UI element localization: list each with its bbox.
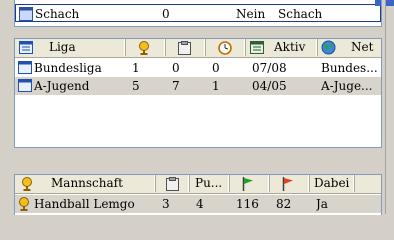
dabei-header-label: Dabei <box>314 176 350 190</box>
column-header-punkte[interactable]: Pu... <box>190 175 230 192</box>
trophy-icon <box>138 41 150 56</box>
game-icon <box>19 7 33 24</box>
clipboard-icon <box>166 177 179 192</box>
column-header-red-flag[interactable] <box>270 175 310 192</box>
liga-net: Bundes... <box>321 61 378 75</box>
window-icon <box>18 61 32 77</box>
trophy-icon <box>18 197 30 214</box>
liga-table: Liga Aktiv Net Bundesliga 1 0 0 07/08 Bu… <box>14 38 382 148</box>
table-row[interactable]: Schach 0 Nein Schach <box>15 4 381 22</box>
window-icon <box>19 41 33 56</box>
red-flag-icon <box>282 177 294 192</box>
window-edge <box>385 0 394 214</box>
clock-icon <box>218 41 232 56</box>
column-header-mannschaft[interactable]: Mannschaft <box>15 175 156 192</box>
clipboard-icon <box>178 41 191 56</box>
liga-col2: 7 <box>172 79 180 93</box>
team-col4: 82 <box>276 197 292 211</box>
liga-row-bundesliga[interactable]: Bundesliga 1 0 0 07/08 Bundes... <box>15 59 381 77</box>
team-col2: 4 <box>196 197 204 211</box>
liga-col2: 0 <box>172 61 180 75</box>
green-flag-icon <box>242 177 254 192</box>
scrollbar-thumb[interactable] <box>386 0 394 6</box>
punkte-header-label: Pu... <box>195 176 223 190</box>
aktiv-header-label: Aktiv <box>274 40 306 54</box>
window-icon <box>18 79 32 95</box>
liga-header: Liga Aktiv Net <box>15 39 381 58</box>
liga-aktiv: 07/08 <box>252 61 287 75</box>
team-row[interactable]: Handball Lemgo 3 4 116 82 Ja <box>15 195 381 213</box>
column-header-green-flag[interactable] <box>230 175 270 192</box>
scrollbar-edge[interactable] <box>375 0 381 6</box>
net-header-label: Net <box>351 40 374 54</box>
liga-name: A-Jugend <box>34 79 90 93</box>
liga-name: Bundesliga <box>34 61 102 75</box>
liga-col3: 0 <box>212 61 220 75</box>
top-row-flag: Nein <box>236 7 266 21</box>
top-row-value: 0 <box>162 7 170 21</box>
team-dabei: Ja <box>316 197 328 211</box>
top-row-type: Schach <box>278 7 323 21</box>
column-header-trophy[interactable] <box>126 39 166 56</box>
calendar-icon <box>250 41 264 56</box>
team-col1: 3 <box>162 197 170 211</box>
liga-col1: 1 <box>132 61 140 75</box>
column-header-dabei[interactable]: Dabei <box>310 175 355 192</box>
column-header-clipboard[interactable] <box>166 39 206 56</box>
mannschaft-header-label: Mannschaft <box>51 176 123 190</box>
column-header-clock[interactable] <box>206 39 246 56</box>
liga-net: A-Juge... <box>321 79 373 93</box>
top-row-name: Schach <box>35 7 80 21</box>
liga-header-label: Liga <box>49 40 76 54</box>
team-name: Handball Lemgo <box>34 197 135 211</box>
column-header-liga[interactable]: Liga <box>15 39 126 56</box>
team-col3: 116 <box>236 197 259 211</box>
team-table: Mannschaft Pu... Dabei Handball Lemgo 3 … <box>14 174 382 215</box>
column-header-empty <box>355 175 381 192</box>
globe-icon <box>321 40 336 56</box>
column-header-clipboard[interactable] <box>156 175 190 192</box>
trophy-icon <box>21 177 33 192</box>
team-header: Mannschaft Pu... Dabei <box>15 175 381 194</box>
liga-col3: 1 <box>212 79 220 93</box>
liga-row-a-jugend[interactable]: A-Jugend 5 7 1 04/05 A-Juge... <box>15 77 381 95</box>
liga-col1: 5 <box>132 79 140 93</box>
column-header-net[interactable]: Net <box>318 39 381 56</box>
liga-aktiv: 04/05 <box>252 79 287 93</box>
top-table: Schach 0 Nein Schach <box>14 0 382 27</box>
column-header-aktiv[interactable]: Aktiv <box>246 39 318 56</box>
